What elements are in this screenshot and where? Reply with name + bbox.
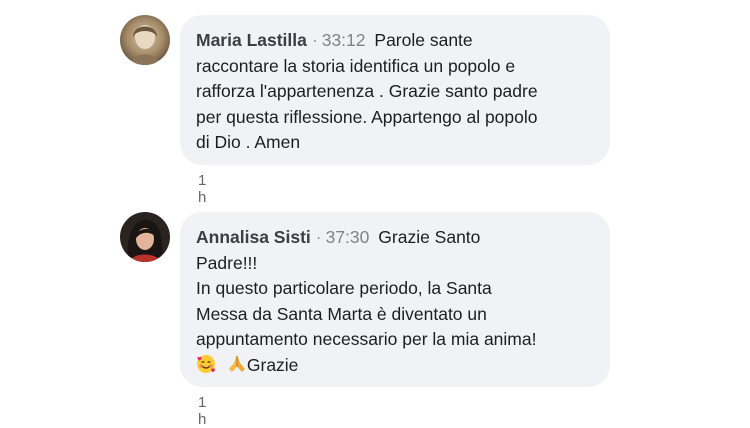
comment-text-line: In questo particolare periodo, la Santa xyxy=(196,278,492,298)
author-name[interactable]: Annalisa Sisti xyxy=(196,227,311,247)
avatar[interactable] xyxy=(120,15,170,65)
comment-text-line: Grazie Santo xyxy=(378,227,481,247)
separator: · xyxy=(315,227,322,247)
comment-text-line: rafforza l'appartenenza . Grazie santo p… xyxy=(196,81,538,101)
comment-text-line: Messa da Santa Marta è diventato un xyxy=(196,303,487,324)
smiling-face-with-hearts-icon xyxy=(196,354,216,374)
time-ago[interactable]: 1 h xyxy=(198,394,206,428)
comment-text-line: di Dio . Amen xyxy=(196,132,301,152)
comment-bubble: Annalisa Sisti · 37:30 Grazie Santo Padre!… xyxy=(180,212,610,387)
time-ago[interactable]: 1 h xyxy=(198,172,206,206)
comment-bubble: Maria Lastilla · 33:12 Parole sante raccon… xyxy=(180,15,610,165)
profile-photo-icon xyxy=(120,15,170,65)
comment-text-line: Padre!!! xyxy=(196,252,258,273)
profile-photo-icon xyxy=(120,212,170,262)
comment-text-line: Parole sante xyxy=(374,30,473,50)
folded-hands-icon xyxy=(227,354,247,374)
comment-text-line: raccontare la storia identifica un popol… xyxy=(196,55,516,76)
timestamp[interactable]: 33:12 xyxy=(322,30,366,50)
avatar[interactable] xyxy=(120,212,170,262)
comment-text-last: Grazie xyxy=(246,354,299,375)
comment-text-line: per questa riflessione. Appartengo al po… xyxy=(196,106,538,127)
comment-text-line: appuntamento necessario per la mia anima… xyxy=(196,329,537,349)
author-name[interactable]: Maria Lastilla xyxy=(196,30,307,50)
separator: · xyxy=(311,30,318,50)
timestamp[interactable]: 37:30 xyxy=(326,227,370,247)
